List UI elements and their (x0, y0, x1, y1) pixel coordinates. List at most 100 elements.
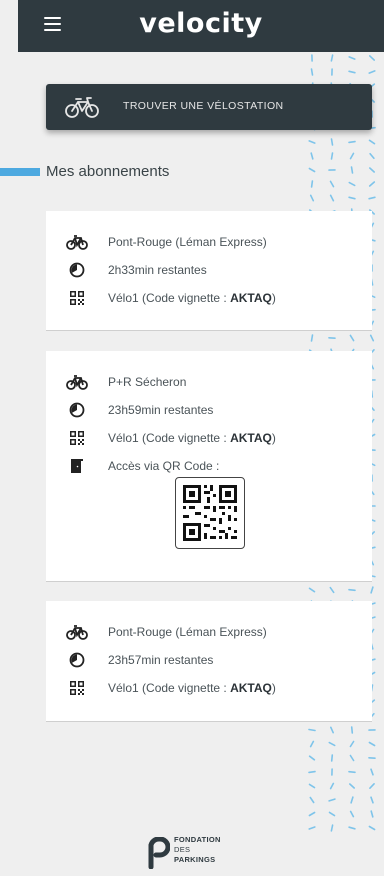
pattern-dash (330, 754, 334, 762)
pattern-dash (349, 754, 355, 762)
find-station-label: TROUVER UNE VÉLOSTATION (123, 100, 284, 112)
pattern-dash (348, 826, 356, 830)
timer-icon (66, 401, 88, 419)
station-name: P+R Sécheron (108, 375, 187, 389)
vignette-code: AKTAQ (230, 431, 272, 445)
pattern-dash (368, 181, 376, 187)
subscription-card-1[interactable]: Pont-Rouge (Léman Express) 2h33min resta… (46, 211, 372, 331)
pattern-dash (308, 770, 316, 774)
footer-logo: FONDATION DES PARKINGS (148, 833, 268, 873)
pattern-dash (348, 770, 356, 774)
pattern-dash (308, 587, 316, 593)
pattern-dash (369, 167, 375, 173)
pattern-dash (368, 825, 376, 831)
footer-text: FONDATION DES PARKINGS (174, 835, 221, 865)
vignette-info: Vélo1 (Code vignette : AKTAQ) (108, 431, 276, 445)
qr-code-icon (66, 679, 88, 697)
app-page: velocity TROUVER UNE VÉLOSTATION Mes abo… (0, 0, 384, 876)
vignette-suffix: ) (271, 681, 276, 695)
section-title: Mes abonnements (0, 160, 169, 184)
pattern-dash (328, 741, 336, 747)
vignette-info: Vélo1 (Code vignette : AKTAQ) (108, 291, 276, 305)
pattern-dash (348, 181, 356, 187)
section-title-text: Mes abonnements (46, 163, 170, 180)
pattern-dash (310, 68, 314, 76)
vignette-info: Vélo1 (Code vignette : AKTAQ) (108, 681, 276, 695)
pattern-dash (330, 54, 334, 62)
pattern-dash (330, 824, 334, 832)
access-label: Accès via QR Code : (108, 459, 220, 473)
vignette-code: AKTAQ (230, 681, 272, 695)
pattern-dash (348, 196, 356, 200)
bike-icon (66, 623, 88, 641)
pattern-dash (349, 334, 355, 342)
fondation-logo-icon (148, 837, 170, 869)
timer-icon (66, 261, 88, 279)
pattern-dash (370, 796, 374, 804)
pattern-dash (308, 755, 316, 761)
pattern-dash (370, 810, 374, 818)
pattern-dash (310, 152, 314, 160)
pattern-dash (350, 726, 354, 734)
pattern-dash (308, 167, 316, 173)
vignette-suffix: ) (271, 431, 276, 445)
pattern-dash (328, 798, 336, 802)
footer-line-3: PARKINGS (174, 855, 216, 864)
access-qr-code[interactable] (175, 477, 245, 549)
pattern-dash (310, 180, 314, 188)
pattern-dash (370, 768, 374, 776)
vignette-prefix: Vélo1 (Code vignette : (108, 291, 231, 305)
find-station-button[interactable]: TROUVER UNE VÉLOSTATION (46, 84, 372, 130)
pattern-dash (310, 334, 314, 342)
pattern-dash (348, 783, 355, 789)
pattern-dash (368, 196, 376, 200)
pattern-dash (369, 152, 375, 160)
subscription-card-3[interactable]: Pont-Rouge (Léman Express) 23h57min rest… (46, 601, 372, 722)
pattern-dash (349, 152, 355, 160)
pattern-dash (328, 811, 336, 817)
pattern-dash (368, 139, 376, 145)
remaining-time: 2h33min restantes (108, 263, 207, 277)
pattern-dash (350, 796, 354, 804)
subscription-card-2[interactable]: P+R Sécheron 23h59min restantes Vélo1 (C… (46, 351, 372, 582)
vignette-prefix: Vélo1 (Code vignette : (108, 681, 231, 695)
vignette-prefix: Vélo1 (Code vignette : (108, 431, 231, 445)
pattern-dash (329, 782, 335, 790)
pattern-dash (329, 194, 335, 202)
pattern-dash (368, 741, 376, 747)
qr-code-image (183, 485, 237, 541)
section-accent-bar (0, 168, 40, 176)
pattern-dash (309, 740, 315, 748)
vignette-code: AKTAQ (230, 291, 272, 305)
pattern-dash (369, 55, 375, 61)
pattern-dash (348, 588, 356, 592)
pattern-dash (349, 740, 355, 748)
pattern-dash (308, 826, 316, 830)
pattern-dash (308, 783, 316, 789)
qr-code-icon (66, 429, 88, 447)
pattern-dash (368, 70, 376, 74)
footer-line-1: FONDATION (174, 835, 221, 844)
pattern-dash (349, 810, 355, 818)
pattern-dash (370, 586, 374, 594)
pattern-dash (330, 138, 334, 146)
pattern-dash (348, 140, 356, 144)
qr-code-icon (66, 289, 88, 307)
pattern-dash (308, 811, 316, 817)
app-logo: velocity (139, 8, 263, 39)
remaining-time: 23h57min restantes (108, 653, 214, 667)
bike-icon (66, 233, 88, 251)
door-icon (66, 457, 88, 475)
pattern-dash (308, 140, 316, 144)
pattern-dash (348, 56, 356, 60)
footer-line-2: DES (174, 845, 191, 854)
pattern-dash (350, 166, 354, 174)
bike-icon (66, 373, 88, 391)
remaining-time: 23h59min restantes (108, 403, 214, 417)
app-header: velocity (18, 0, 384, 52)
station-name: Pont-Rouge (Léman Express) (108, 625, 267, 639)
pattern-dash (330, 152, 334, 160)
pattern-dash (369, 782, 375, 790)
pattern-dash (308, 728, 316, 732)
pattern-dash (329, 180, 335, 188)
